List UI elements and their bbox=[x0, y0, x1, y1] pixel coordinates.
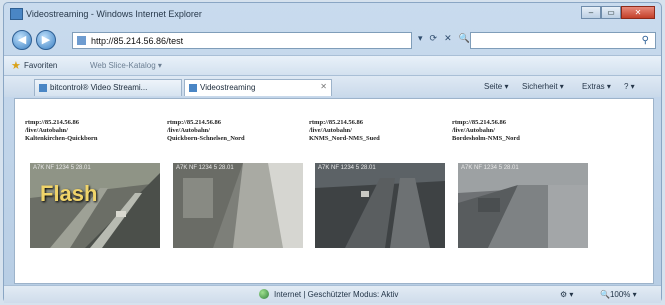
camera-stream-name: Bordesholm-NMS_Nord bbox=[452, 135, 520, 142]
page-content: rtmp://85.214.56.86 /live/Autobahn/ Kalt… bbox=[14, 98, 654, 284]
video-player-3[interactable]: A7K NF 1234 5 28.01 bbox=[315, 163, 445, 248]
video-timestamp: A7K NF 1234 5 28.01 bbox=[461, 165, 519, 171]
tab-label: bitcontrol® Video Streami... bbox=[50, 83, 148, 92]
video-player-2[interactable]: A7K NF 1234 5 28.01 bbox=[173, 163, 303, 248]
window-title: Videostreaming - Windows Internet Explor… bbox=[26, 9, 202, 19]
camera-1-info: rtmp://85.214.56.86 /live/Autobahn/ Kalt… bbox=[25, 119, 160, 143]
tab-videostreaming[interactable]: Videostreaming ✕ bbox=[184, 79, 332, 96]
tools-menu[interactable]: Extras ▾ bbox=[582, 82, 611, 91]
dropdown-arrow-icon[interactable]: ▾ bbox=[418, 33, 423, 44]
address-bar[interactable]: http://85.214.56.86/test bbox=[72, 32, 412, 49]
video-timestamp: A7K NF 1234 5 28.01 bbox=[176, 165, 234, 171]
refresh-icon[interactable]: ⟳ bbox=[430, 33, 438, 44]
close-button[interactable]: ✕ bbox=[621, 6, 655, 19]
camera-2-info: rtmp://85.214.56.86 /live/Autobahn/ Quic… bbox=[167, 119, 302, 143]
camera-path: /live/Autobahn/ bbox=[309, 127, 352, 134]
status-bar: Internet | Geschützter Modus: Aktiv ⚙ ▾ … bbox=[4, 285, 661, 303]
camera-4-info: rtmp://85.214.56.86 /live/Autobahn/ Bord… bbox=[452, 119, 587, 143]
address-tools: ▾ ⟳ ✕ 🔍 bbox=[418, 33, 470, 44]
title-bar: Videostreaming - Windows Internet Explor… bbox=[4, 3, 661, 25]
camera-path: /live/Autobahn/ bbox=[452, 127, 495, 134]
minimize-button[interactable]: – bbox=[581, 6, 601, 19]
internet-globe-icon bbox=[259, 289, 269, 299]
highway-scene bbox=[315, 163, 445, 248]
page-icon bbox=[189, 84, 197, 92]
search-icon[interactable]: ⚲ bbox=[642, 35, 649, 46]
ie-app-icon bbox=[10, 8, 23, 20]
camera-stream-name: Kaltenkirchen-Quickborn bbox=[25, 135, 98, 142]
window-controls: – ▭ ✕ bbox=[581, 6, 655, 19]
stop-icon[interactable]: ✕ bbox=[444, 33, 452, 44]
camera-url: rtmp://85.214.56.86 bbox=[452, 119, 506, 126]
favorites-bar: ★ Favoriten Web Slice-Katalog ▾ bbox=[4, 55, 661, 75]
camera-url: rtmp://85.214.56.86 bbox=[309, 119, 363, 126]
maximize-button[interactable]: ▭ bbox=[601, 6, 621, 19]
highway-scene bbox=[458, 163, 588, 248]
flash-overlay-label: Flash bbox=[40, 181, 98, 206]
zoom-level[interactable]: 🔍100% ▾ bbox=[600, 290, 637, 299]
page-menu[interactable]: Seite ▾ bbox=[484, 82, 508, 91]
tab-row: bitcontrol® Video Streami... Videostream… bbox=[4, 75, 661, 97]
camera-3-info: rtmp://85.214.56.86 /live/Autobahn/ KNMS… bbox=[309, 119, 444, 143]
video-player-1[interactable]: A7K NF 1234 5 28.01 Flash bbox=[30, 163, 160, 248]
camera-stream-name: KNMS_Nord-NMS_Sued bbox=[309, 135, 380, 142]
camera-path: /live/Autobahn/ bbox=[167, 127, 210, 134]
page-icon bbox=[39, 84, 47, 92]
camera-url: rtmp://85.214.56.86 bbox=[167, 119, 221, 126]
page-icon bbox=[77, 36, 86, 45]
camera-path: /live/Autobahn/ bbox=[25, 127, 68, 134]
tab-label: Videostreaming bbox=[200, 83, 256, 92]
safety-menu[interactable]: Sicherheit ▾ bbox=[522, 82, 564, 91]
back-button[interactable]: ◀ bbox=[12, 30, 32, 50]
url-text[interactable]: http://85.214.56.86/test bbox=[91, 36, 183, 46]
close-tab-icon[interactable]: ✕ bbox=[320, 82, 327, 91]
search-provider-icon[interactable]: 🔍 bbox=[459, 33, 470, 44]
favorites-star-icon[interactable]: ★ bbox=[11, 59, 21, 72]
camera-url: rtmp://85.214.56.86 bbox=[25, 119, 79, 126]
web-slice-gallery-link[interactable]: Web Slice-Katalog ▾ bbox=[90, 61, 162, 70]
camera-stream-name: Quickborn-Schnelsen_Nord bbox=[167, 135, 245, 142]
tab-bitcontrol[interactable]: bitcontrol® Video Streami... bbox=[34, 79, 182, 96]
address-row: ◀ ▶ http://85.214.56.86/test ▾ ⟳ ✕ 🔍 ⚲ bbox=[4, 25, 661, 55]
security-zone-status: Internet | Geschützter Modus: Aktiv bbox=[274, 290, 399, 299]
status-tools-icon[interactable]: ⚙ ▾ bbox=[560, 290, 573, 299]
forward-button[interactable]: ▶ bbox=[36, 30, 56, 50]
search-input[interactable]: ⚲ bbox=[470, 32, 656, 49]
favorites-button[interactable]: Favoriten bbox=[24, 61, 57, 70]
highway-scene bbox=[173, 163, 303, 248]
video-timestamp: A7K NF 1234 5 28.01 bbox=[318, 165, 376, 171]
browser-window: Videostreaming - Windows Internet Explor… bbox=[3, 2, 662, 303]
video-timestamp: A7K NF 1234 5 28.01 bbox=[33, 165, 91, 171]
video-player-4[interactable]: A7K NF 1234 5 28.01 bbox=[458, 163, 588, 248]
help-menu[interactable]: ? ▾ bbox=[624, 82, 635, 91]
